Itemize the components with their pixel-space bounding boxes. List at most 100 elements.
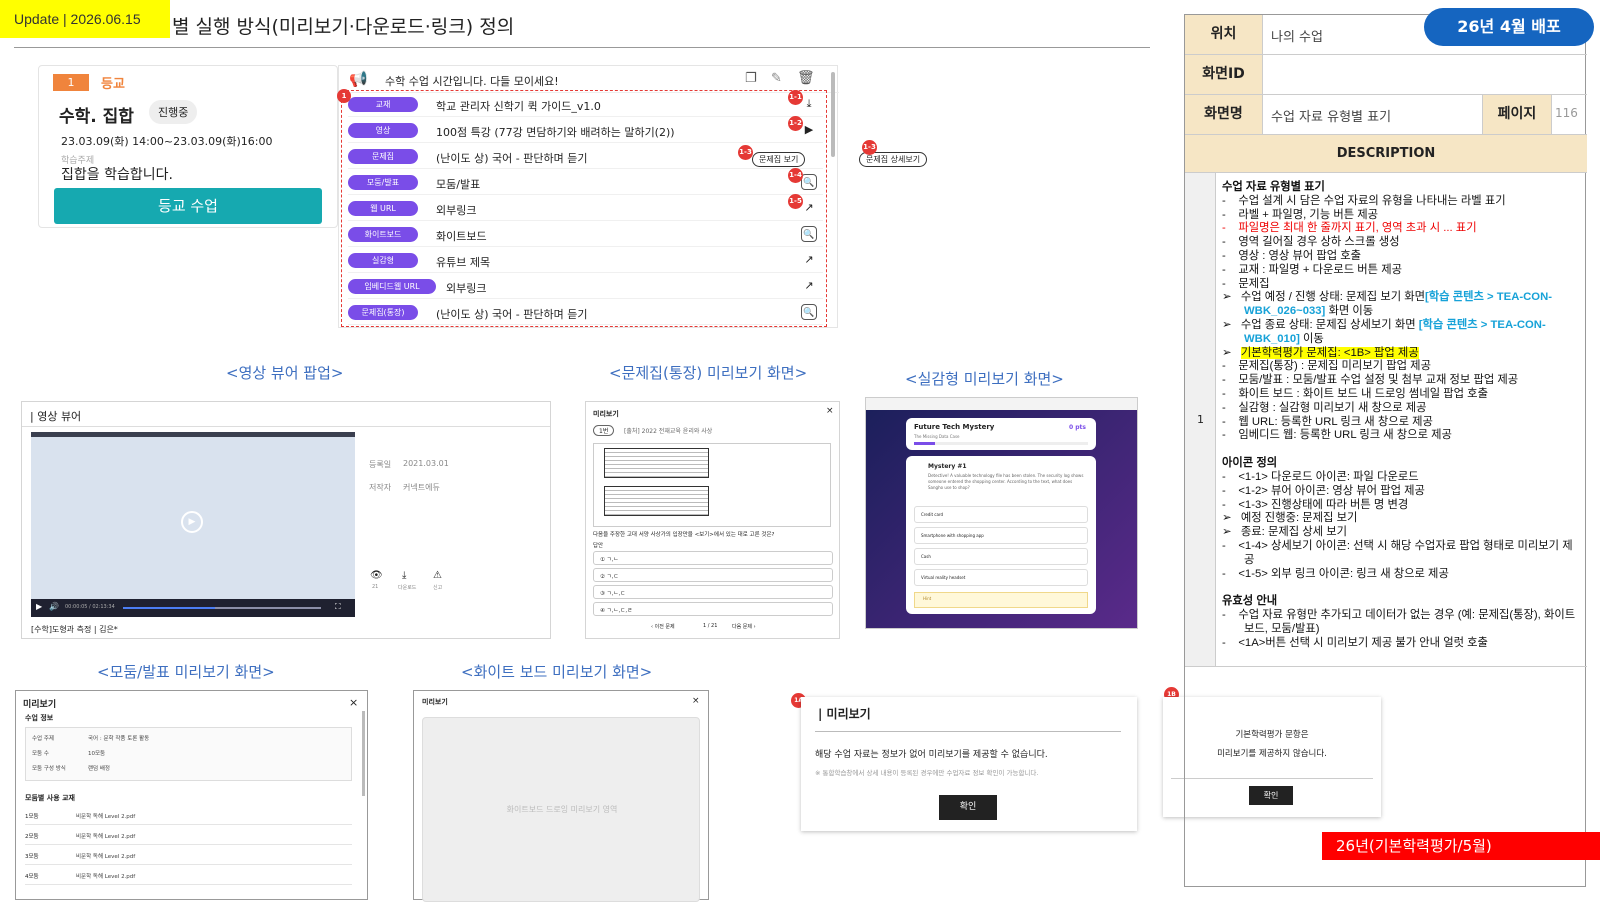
close-icon[interactable]: ×	[349, 696, 358, 709]
vr-answer-option[interactable]: Cash	[914, 548, 1088, 565]
page-title: 별 실행 방식(미리보기·다운로드·링크) 정의	[172, 16, 515, 38]
passage-box	[604, 448, 709, 478]
reg-date-label: 등록일	[369, 460, 392, 469]
video-caption: [수학]도형과 측정 | 김은*	[31, 625, 118, 634]
next-question-button[interactable]: 다음 문제 ›	[732, 623, 756, 630]
confirm-button[interactable]: 확인	[939, 795, 997, 820]
answer-option[interactable]: ② ㄱ,ㄷ	[593, 568, 833, 582]
attend-class-button[interactable]: 등교 수업	[54, 188, 322, 224]
download-icon[interactable]: ⤓	[402, 570, 406, 581]
quiz-view-button[interactable]: 문제집 보기	[752, 152, 806, 167]
prev-question-label: 이전 문제	[654, 624, 675, 630]
prev-question-button[interactable]: ‹ 이전 문제	[651, 623, 675, 630]
search-icon[interactable]: 🔍	[801, 226, 817, 242]
group-material-file[interactable]: 비문학 독해 Level 2.pdf	[76, 832, 135, 840]
close-icon[interactable]: ×	[826, 406, 834, 416]
material-tag: 교재	[348, 97, 418, 112]
group-material-file[interactable]: 비문학 독해 Level 2.pdf	[76, 852, 135, 860]
group-name: 3모둠	[25, 854, 39, 860]
description-text: ➢ 수업 종료 상태: 문제집 상세보기 화면	[1222, 318, 1419, 331]
fullscreen-icon[interactable]: ⛶	[335, 602, 341, 612]
group-material-file[interactable]: 비문학 독해 Level 2.pdf	[76, 872, 135, 880]
material-row[interactable]: 임베디드웹 URL 외부링크 ↗	[348, 274, 823, 299]
description-line: - 실감형 : 실감형 미리보기 새 창으로 제공	[1222, 401, 1427, 414]
download-icon[interactable]: ⤓	[801, 96, 817, 112]
external-link-icon[interactable]: ↗	[801, 200, 817, 216]
list-scrollbar[interactable]	[831, 72, 835, 157]
description-line: ➢ 종료: 문제집 상세 보기	[1222, 526, 1347, 539]
topic-text: 집합을 학습합니다.	[61, 167, 173, 183]
description-line: - <1-5> 외부 링크 아이콘: 링크 새 창으로 제공	[1222, 567, 1449, 580]
video-viewer-title: | 영상 뷰어	[30, 410, 82, 423]
vr-question-card: Mystery #1 Detective! A valuable technol…	[906, 456, 1096, 614]
description-line: - 문제집	[1222, 277, 1270, 290]
description-line: - 영역 길어질 경우 상하 스크롤 생성	[1222, 236, 1400, 249]
group-scrollbar[interactable]	[362, 711, 365, 796]
play-overlay-icon[interactable]: ▶	[181, 511, 203, 533]
update-badge: Update | 2026.06.15	[0, 0, 170, 38]
description-text: 화면 이동	[1325, 305, 1374, 318]
video-controls: ▶ 🔊 00:00:05 / 02:13:34 ⛶	[31, 599, 355, 617]
material-row[interactable]: 영상 100점 특강 (77강 면담하기와 배려하는 말하기(2)) ▶	[348, 118, 823, 143]
search-icon[interactable]: 🔍	[801, 174, 817, 190]
vr-answer-option[interactable]: Credit card	[914, 506, 1088, 523]
divider	[25, 824, 352, 825]
author: 커넥트에듀	[403, 483, 440, 492]
external-link-icon[interactable]: ↗	[801, 252, 817, 268]
material-tag: 화이트보드	[348, 227, 418, 242]
vr-answer-option[interactable]: Virtual reality headset	[914, 569, 1088, 586]
play-icon[interactable]: ▶	[36, 602, 42, 611]
view-count: 21	[372, 584, 379, 590]
progress-bar[interactable]	[123, 607, 321, 609]
search-icon[interactable]: 🔍	[801, 304, 817, 320]
description-line: - <1-1> 다운로드 아이콘: 파일 다운로드	[1222, 470, 1419, 483]
vr-hint[interactable]: Hint	[914, 592, 1088, 608]
callout-1-4: 1-4	[788, 168, 803, 183]
download-label: 다운로드	[398, 585, 417, 591]
class-subject: 수학. 집합	[59, 107, 134, 127]
section-title-whiteboard: <화이트 보드 미리보기 화면>	[461, 663, 653, 681]
answer-option[interactable]: ① ㄱ,ㄴ	[593, 551, 833, 565]
material-row[interactable]: 웹 URL 외부링크 ↗	[348, 196, 823, 221]
release-badge: 26년 4월 배포	[1424, 8, 1594, 46]
answer-option[interactable]: ③ ㄱ,ㄴ,ㄷ	[593, 585, 833, 599]
material-row[interactable]: 교재 학교 관리자 신학기 퀵 가이드_v1.0 ⤓	[348, 92, 823, 117]
group-material-file[interactable]: 비문학 독해 Level 2.pdf	[76, 812, 135, 820]
material-row[interactable]: 화이트보드 화이트보드 🔍	[348, 222, 823, 247]
vr-answer-option[interactable]: Smartphone with shopping app	[914, 527, 1088, 544]
material-tag: 실감형	[348, 253, 418, 268]
question-passage	[593, 443, 831, 527]
description-line: - 수업 설계 시 담은 수업 자료의 유형을 나타내는 라벨 표기	[1222, 194, 1506, 207]
description-body: 수업 자료 유형별 표기 - 수업 설계 시 담은 수업 자료의 유형을 나타내는…	[1222, 177, 1582, 651]
alert-title: | 미리보기	[818, 707, 871, 721]
report-icon[interactable]: ⚠	[433, 570, 442, 581]
external-link-icon[interactable]: ↗	[801, 278, 817, 294]
description-text: 이동	[1299, 332, 1324, 345]
attendance-label: 등교	[101, 77, 125, 92]
material-row[interactable]: 모둠/발표 모둠/발표 🔍	[348, 170, 823, 195]
answer-option[interactable]: ④ ㄱ,ㄴ,ㄷ,ㄹ	[593, 602, 833, 616]
description-line: ➢ 수업 종료 상태: 문제집 상세보기 화면 [학습 콘텐츠 > TEA-CO…	[1222, 319, 1582, 347]
author-label: 저작자	[369, 483, 392, 492]
close-icon[interactable]: ×	[692, 696, 700, 706]
grade-badge: 1	[53, 74, 89, 91]
description-line: - 모둠/발표 : 모둠/발표 수업 설정 및 첨부 교재 정보 팝업 제공	[1222, 374, 1519, 387]
edit-icon[interactable]: ✎	[771, 71, 782, 86]
next-question-label: 다음 문제	[732, 624, 752, 630]
screen-name-value: 수업 자료 유형별 표기	[1271, 110, 1392, 125]
description-header: DESCRIPTION	[1185, 135, 1587, 172]
material-row[interactable]: 문제집(통장) (난이도 상) 국어 - 판단하며 듣기 🔍	[348, 300, 823, 325]
video-icon[interactable]: ▶	[801, 122, 817, 138]
copy-icon[interactable]: ❐	[745, 71, 757, 86]
answer-label: 답안	[593, 543, 604, 549]
material-tag: 임베디드웹 URL	[348, 279, 436, 294]
material-row[interactable]: 실감형 유튜브 제목 ↗	[348, 248, 823, 273]
description-line: 아이콘 정의	[1222, 457, 1278, 470]
title-divider	[14, 47, 1150, 48]
volume-icon[interactable]: 🔊	[49, 602, 59, 611]
video-player[interactable]: ▶ ▶ 🔊 00:00:05 / 02:13:34 ⛶	[31, 432, 355, 617]
section-title-group: <모둠/발표 미리보기 화면>	[97, 663, 275, 681]
class-card: 1 등교 수학. 집합 진행중 23.03.09(화) 14:00~23.03.…	[38, 65, 338, 228]
info-value: 랜덤 배정	[88, 766, 110, 772]
trash-icon[interactable]: 🗑	[797, 70, 815, 86]
